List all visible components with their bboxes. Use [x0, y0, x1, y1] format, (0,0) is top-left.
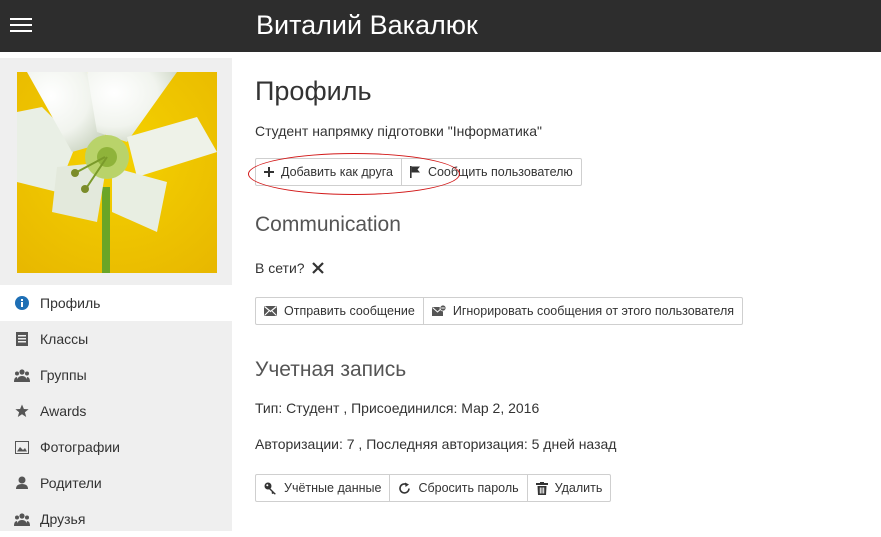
sidebar-nav: Профиль Классы Группы Awards Фотографии — [0, 285, 232, 537]
report-user-button[interactable]: Сообщить пользователю — [400, 159, 581, 185]
user-icon — [14, 475, 30, 491]
reset-password-label: Сбросить пароль — [418, 481, 519, 495]
block-message-icon — [431, 305, 446, 317]
ignore-messages-button[interactable]: Игнорировать сообщения от этого пользова… — [422, 298, 742, 324]
add-friend-label: Добавить как друга — [281, 165, 393, 179]
sidebar-item-groups[interactable]: Группы — [0, 357, 232, 393]
sidebar-item-parents[interactable]: Родители — [0, 465, 232, 501]
delete-button[interactable]: Удалить — [526, 475, 611, 501]
trash-icon — [535, 481, 548, 495]
flag-icon — [409, 166, 421, 178]
sidebar-item-classes[interactable]: Классы — [0, 321, 232, 357]
envelope-icon — [264, 306, 277, 316]
online-status: В сети? — [255, 260, 325, 277]
add-friend-button[interactable]: Добавить как друга — [256, 159, 401, 185]
communication-actions: Отправить сообщение Игнорировать сообщен… — [255, 297, 744, 325]
avatar[interactable] — [17, 72, 217, 273]
online-status-label: В сети? — [255, 260, 305, 276]
profile-title: Профиль — [255, 76, 372, 106]
credentials-label: Учётные данные — [284, 481, 382, 495]
reset-password-button[interactable]: Сбросить пароль — [389, 475, 526, 501]
sidebar-item-label: Awards — [40, 403, 87, 419]
account-type-line: Тип: Студент , Присоединился: Мар 2, 201… — [255, 400, 540, 416]
sidebar-item-label: Родители — [40, 475, 102, 491]
hamburger-icon[interactable] — [10, 18, 34, 34]
profile-actions: Добавить как друга Сообщить пользователю — [255, 158, 582, 186]
top-bar: Виталий Вакалюк — [0, 0, 881, 52]
star-icon — [14, 403, 30, 419]
refresh-icon — [398, 482, 411, 495]
page-header-title: Виталий Вакалюк — [256, 10, 478, 40]
credentials-button[interactable]: Учётные данные — [256, 475, 389, 501]
send-message-label: Отправить сообщение — [284, 304, 415, 318]
communication-title: Communication — [255, 213, 401, 236]
account-actions: Учётные данные Сбросить пароль Удалить — [255, 474, 612, 502]
ignore-messages-label: Игнорировать сообщения от этого пользова… — [452, 304, 735, 318]
sidebar-item-profile[interactable]: Профиль — [0, 285, 232, 321]
plus-icon — [264, 167, 274, 177]
sidebar: Профиль Классы Группы Awards Фотографии — [0, 58, 232, 531]
delete-label: Удалить — [554, 481, 603, 495]
sidebar-item-label: Группы — [40, 367, 87, 383]
sidebar-item-label: Профиль — [40, 295, 101, 311]
send-message-button[interactable]: Отправить сообщение — [256, 298, 423, 324]
notebook-icon — [14, 331, 30, 347]
group-icon — [14, 511, 30, 527]
key-icon — [264, 482, 277, 495]
sidebar-item-label: Фотографии — [40, 439, 121, 455]
group-icon — [14, 367, 30, 383]
account-auth-line: Авторизации: 7 , Последняя авторизация: … — [255, 436, 617, 452]
sidebar-item-photos[interactable]: Фотографии — [0, 429, 232, 465]
info-icon — [14, 295, 30, 311]
sidebar-item-label: Друзья — [40, 511, 86, 527]
photo-icon — [14, 439, 30, 455]
sidebar-item-awards[interactable]: Awards — [0, 393, 232, 429]
profile-subtitle: Студент напрямку підготовки "Інформатика… — [255, 123, 542, 139]
sidebar-item-label: Классы — [40, 331, 89, 347]
account-title: Учетная запись — [255, 358, 407, 381]
x-icon — [312, 261, 325, 277]
report-user-label: Сообщить пользователю — [427, 165, 573, 179]
sidebar-item-friends[interactable]: Друзья — [0, 501, 232, 537]
